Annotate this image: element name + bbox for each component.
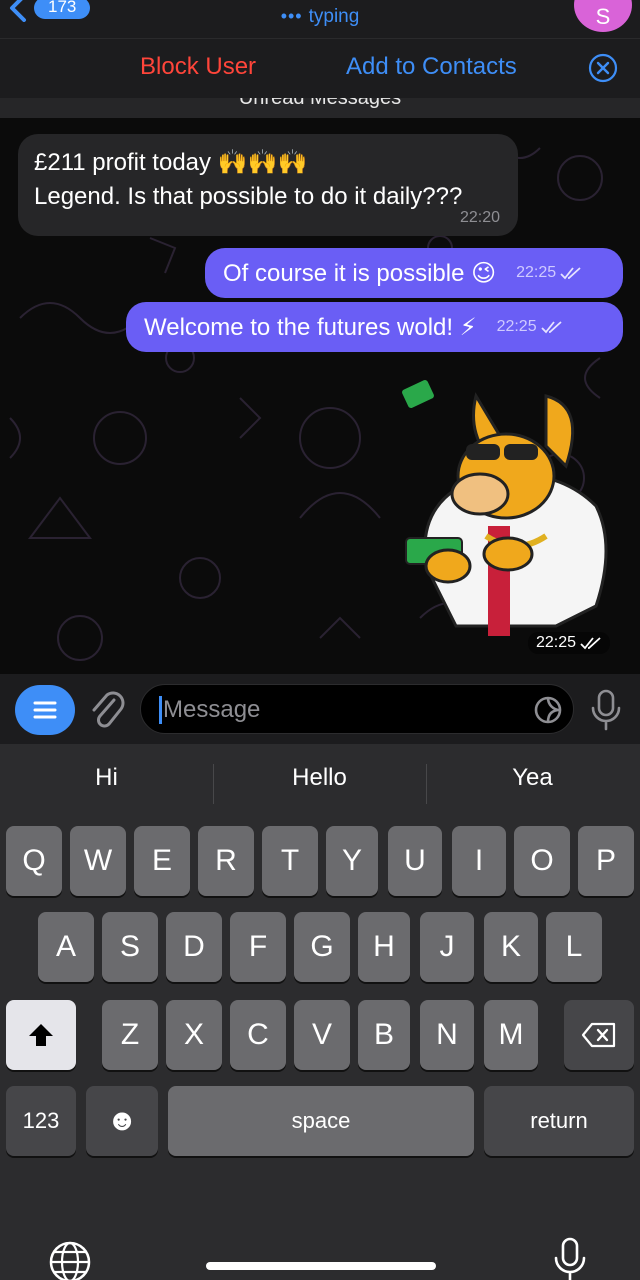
- key-z[interactable]: Z: [102, 1000, 158, 1070]
- message-text: £211 profit today 🙌🙌🙌: [34, 149, 308, 176]
- paperclip-icon[interactable]: [88, 690, 126, 730]
- message-time: 22:25: [516, 264, 582, 282]
- key-d[interactable]: D: [166, 912, 222, 982]
- backspace-icon: [581, 1022, 616, 1048]
- sticker-icon[interactable]: [533, 695, 563, 725]
- return-key[interactable]: return: [484, 1086, 634, 1156]
- shift-key[interactable]: [6, 1000, 76, 1070]
- suggestion-item[interactable]: Hi: [0, 764, 213, 792]
- double-check-icon: [560, 267, 581, 280]
- message-input[interactable]: Message: [140, 684, 574, 734]
- key-m[interactable]: M: [484, 1000, 538, 1070]
- key-s[interactable]: S: [102, 912, 158, 982]
- message-time: 22:20: [459, 209, 500, 226]
- key-j[interactable]: J: [420, 912, 474, 982]
- suggestion-bar: Hi Hello Yea: [0, 744, 640, 824]
- unread-label: Unread Messages: [238, 98, 402, 109]
- key-n[interactable]: N: [420, 1000, 474, 1070]
- onscreen-keyboard: Hi Hello Yea Q W E R T Y U I O P A S D F…: [0, 744, 640, 1280]
- outgoing-message-bubble[interactable]: Welcome to the futures wold! ⚡ 22:25: [126, 302, 623, 352]
- message-text: Of course it is possible 😉: [223, 259, 497, 287]
- suggestion-item[interactable]: Yea: [426, 764, 639, 792]
- typing-label: typing: [308, 6, 360, 27]
- typing-status: ••• typing: [0, 6, 640, 28]
- typing-dots-icon: •••: [280, 6, 303, 26]
- chat-area[interactable]: £211 profit today 🙌🙌🙌 Legend. Is that po…: [0, 118, 640, 674]
- key-a[interactable]: A: [38, 912, 94, 982]
- contact-action-bar: Block User Add to Contacts: [0, 38, 640, 98]
- add-to-contacts-button[interactable]: Add to Contacts: [346, 53, 517, 81]
- emoji-key[interactable]: ☻: [86, 1086, 158, 1156]
- key-i[interactable]: I: [452, 826, 506, 896]
- key-p[interactable]: P: [578, 826, 634, 896]
- incoming-message-bubble[interactable]: £211 profit today 🙌🙌🙌 Legend. Is that po…: [18, 134, 518, 236]
- space-key[interactable]: space: [168, 1086, 474, 1156]
- menu-button[interactable]: [15, 685, 75, 735]
- unread-messages-divider: Unread Messages: [0, 98, 640, 118]
- suggestion-item[interactable]: Hello: [213, 764, 426, 792]
- numbers-key[interactable]: 123: [6, 1086, 76, 1156]
- key-r[interactable]: R: [198, 826, 254, 896]
- backspace-key[interactable]: [564, 1000, 634, 1070]
- hamburger-icon: [33, 701, 57, 719]
- key-w[interactable]: W: [70, 826, 126, 896]
- message-text: Welcome to the futures wold! ⚡: [144, 313, 477, 341]
- message-text: Legend. Is that possible to do it daily?…: [34, 183, 463, 210]
- home-indicator[interactable]: [206, 1262, 436, 1270]
- key-v[interactable]: V: [294, 1000, 350, 1070]
- key-x[interactable]: X: [166, 1000, 222, 1070]
- key-c[interactable]: C: [230, 1000, 286, 1070]
- key-f[interactable]: F: [230, 912, 286, 982]
- key-k[interactable]: K: [484, 912, 538, 982]
- message-placeholder: Message: [163, 696, 261, 723]
- key-g[interactable]: G: [294, 912, 350, 982]
- globe-icon[interactable]: [46, 1238, 94, 1280]
- block-user-button[interactable]: Block User: [140, 53, 256, 81]
- key-t[interactable]: T: [262, 826, 318, 896]
- kangaroo-sticker[interactable]: [396, 376, 616, 648]
- message-time: 22:25: [497, 318, 563, 336]
- text-caret: [159, 696, 162, 724]
- key-q[interactable]: Q: [6, 826, 62, 896]
- key-e[interactable]: E: [134, 826, 190, 896]
- outgoing-message-bubble[interactable]: Of course it is possible 😉 22:25: [205, 248, 623, 298]
- message-input-bar: Message: [0, 674, 640, 744]
- microphone-icon[interactable]: [588, 688, 624, 732]
- close-icon[interactable]: [588, 53, 618, 83]
- sticker-time: 22:25: [528, 632, 611, 654]
- key-b[interactable]: B: [358, 1000, 410, 1070]
- key-y[interactable]: Y: [326, 826, 378, 896]
- shift-arrow-icon: [29, 1024, 53, 1046]
- key-o[interactable]: O: [514, 826, 570, 896]
- key-l[interactable]: L: [546, 912, 602, 982]
- double-check-icon: [540, 321, 562, 334]
- emoji-icon: ☻: [106, 1104, 138, 1137]
- key-h[interactable]: H: [358, 912, 410, 982]
- dictation-microphone-icon[interactable]: [552, 1236, 588, 1280]
- double-check-icon: [580, 637, 601, 650]
- key-u[interactable]: U: [388, 826, 442, 896]
- chat-header: 173 ••• typing S: [0, 0, 640, 38]
